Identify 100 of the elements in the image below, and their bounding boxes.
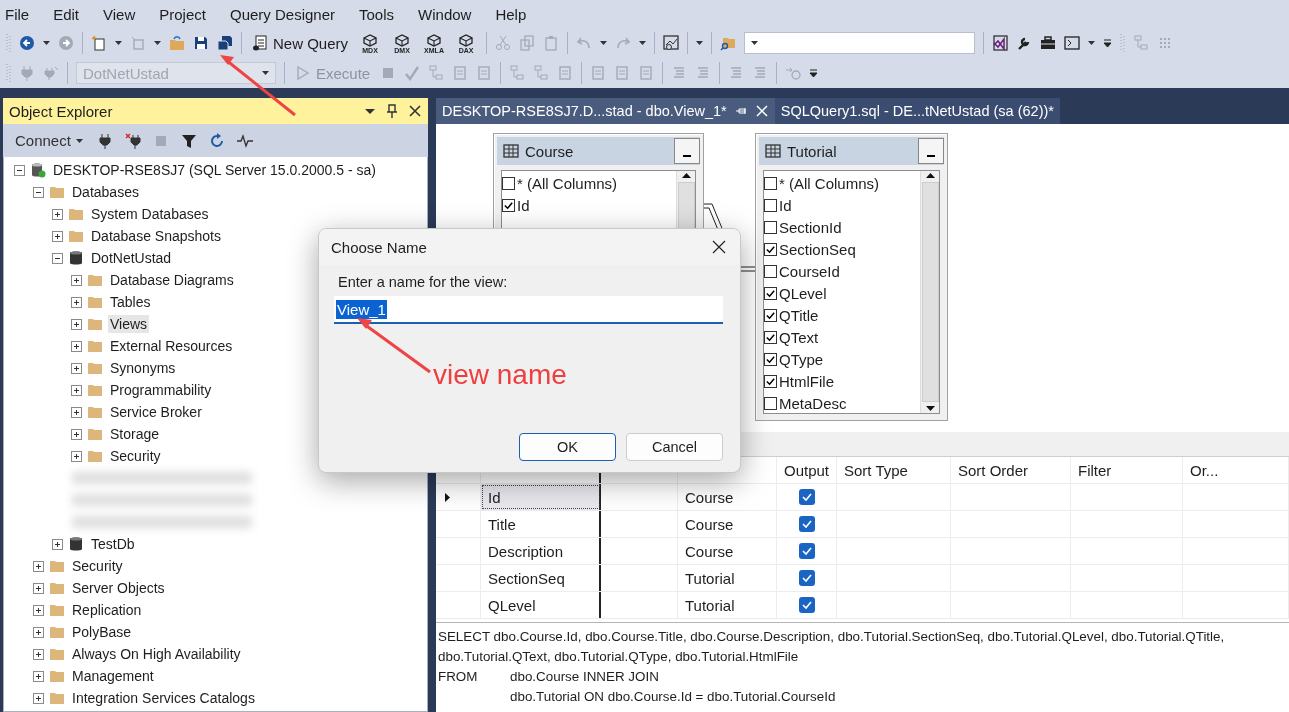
close-icon[interactable] [408, 104, 422, 118]
tree-item[interactable]: Programmability [108, 381, 214, 399]
visual-studio-icon[interactable] [992, 35, 1009, 51]
collapse-icon[interactable] [52, 252, 63, 264]
tree-item[interactable]: Storage [108, 425, 162, 443]
caret-icon[interactable] [75, 138, 83, 143]
expand-icon[interactable] [33, 560, 44, 572]
caret-icon[interactable] [600, 41, 608, 45]
plug-icon[interactable] [96, 132, 113, 149]
checkbox[interactable] [764, 352, 777, 366]
minimize-button[interactable] [674, 138, 700, 164]
expand-icon[interactable] [71, 450, 82, 462]
checkbox[interactable] [764, 330, 777, 344]
caret-icon[interactable] [1088, 41, 1096, 45]
disconnect-icon[interactable] [124, 132, 141, 149]
chart-icon[interactable] [663, 35, 680, 51]
scroll-up-icon[interactable] [680, 171, 692, 180]
folder-search-icon[interactable] [720, 35, 737, 51]
tree-item[interactable]: DotNetUstad [89, 249, 174, 267]
toolbar-grip[interactable] [1120, 33, 1126, 53]
column-header[interactable]: Output [784, 461, 830, 479]
tree-item[interactable]: Synonyms [108, 359, 178, 377]
pin-icon[interactable] [734, 105, 747, 117]
expand-icon[interactable] [71, 384, 82, 396]
caret-icon[interactable] [43, 41, 50, 45]
expand-icon[interactable] [71, 274, 82, 286]
checkbox[interactable] [764, 198, 777, 212]
tree-item[interactable]: Databases [70, 183, 141, 201]
tree-item[interactable]: Database Diagrams [108, 271, 236, 289]
tree-item[interactable]: Security [70, 557, 125, 575]
grid-cell[interactable]: Tutorial [678, 592, 777, 618]
expand-icon[interactable] [33, 692, 44, 704]
grid-cell[interactable]: Tutorial [678, 565, 777, 591]
toolbar-grip[interactable] [6, 63, 11, 83]
refresh-icon[interactable] [208, 132, 225, 149]
grid-cell[interactable]: Course [678, 511, 777, 537]
table-card[interactable]: Tutorial * (All Columns) Id SectionId SectionSeq CourseId QLevel QTitle QText QType HtmlFile MetaDesc [755, 133, 948, 421]
checkbox[interactable] [502, 198, 515, 212]
collapse-icon[interactable] [33, 186, 44, 198]
checkbox[interactable] [764, 242, 777, 256]
expand-icon[interactable] [52, 230, 63, 242]
expand-icon[interactable] [33, 582, 44, 594]
tree-item[interactable]: Management [70, 667, 156, 685]
expand-icon[interactable] [71, 428, 82, 440]
menu-item[interactable]: Edit [53, 5, 92, 23]
overflow-icon[interactable] [809, 68, 819, 78]
expand-icon[interactable] [71, 318, 82, 330]
caret-icon[interactable] [696, 41, 704, 45]
expand-icon[interactable] [52, 208, 63, 220]
close-icon[interactable] [712, 240, 726, 254]
scrollbar[interactable] [920, 171, 939, 413]
output-checkbox[interactable] [798, 543, 815, 559]
grid-cell[interactable]: Course [678, 484, 777, 510]
expand-icon[interactable] [71, 406, 82, 418]
new-document-icon[interactable] [91, 35, 107, 51]
column-header[interactable]: Filter [1078, 461, 1112, 479]
toolbar-grip[interactable] [6, 33, 11, 53]
tree-item[interactable]: Database Snapshots [89, 227, 223, 245]
tree-item[interactable]: TestDb [89, 535, 137, 553]
document-tab[interactable]: SQLQuery1.sql - DE...tNetUstad (sa (62))* [774, 98, 1060, 124]
tree-item[interactable]: External Resources [108, 337, 235, 355]
output-checkbox[interactable] [798, 489, 815, 505]
pin-icon[interactable] [386, 104, 398, 118]
tree-item[interactable]: Replication [70, 601, 144, 619]
checkbox[interactable] [764, 176, 777, 190]
menu-item[interactable]: Help [495, 5, 539, 23]
expand-icon[interactable] [33, 626, 44, 638]
grid-cell[interactable]: SectionSeq [481, 565, 601, 591]
close-icon[interactable] [754, 104, 769, 118]
expand-icon[interactable] [71, 296, 82, 308]
caret-icon[interactable] [154, 41, 161, 45]
document-tab[interactable]: DESKTOP-RSE8SJ7.D...stad - dbo.View_1* [436, 98, 775, 124]
overflow-icon[interactable] [1103, 38, 1113, 48]
filter-icon[interactable] [180, 132, 197, 149]
tree-item[interactable]: Service Broker [108, 403, 204, 421]
output-checkbox[interactable] [798, 570, 815, 586]
new-query-button[interactable]: New Query [250, 34, 351, 52]
output-checkbox[interactable] [798, 597, 815, 613]
expand-icon[interactable] [71, 362, 82, 374]
activity-icon[interactable] [236, 132, 253, 149]
dialog-button[interactable]: OK [519, 433, 616, 461]
grid-cell[interactable]: Course [678, 538, 777, 564]
checkbox[interactable] [764, 220, 777, 234]
save-all-icon[interactable] [217, 35, 233, 51]
expand-icon[interactable] [33, 604, 44, 616]
menu-item[interactable]: Tools [359, 5, 407, 23]
tree-item[interactable]: Tables [108, 293, 153, 311]
column-header[interactable]: Sort Type [844, 461, 908, 479]
caret-icon[interactable] [751, 41, 759, 45]
checkbox[interactable] [764, 396, 777, 410]
checkbox[interactable] [764, 374, 777, 388]
checkbox[interactable] [764, 308, 777, 322]
caret-icon[interactable] [639, 41, 647, 45]
dialog-button[interactable]: Cancel [626, 433, 723, 461]
folder-icon[interactable] [169, 35, 185, 51]
output-checkbox[interactable] [798, 516, 815, 532]
connect-button[interactable]: Connect [13, 132, 85, 149]
back-icon[interactable] [19, 35, 35, 51]
menu-item[interactable]: File [5, 5, 42, 23]
grid-cell[interactable]: Id [481, 484, 601, 510]
